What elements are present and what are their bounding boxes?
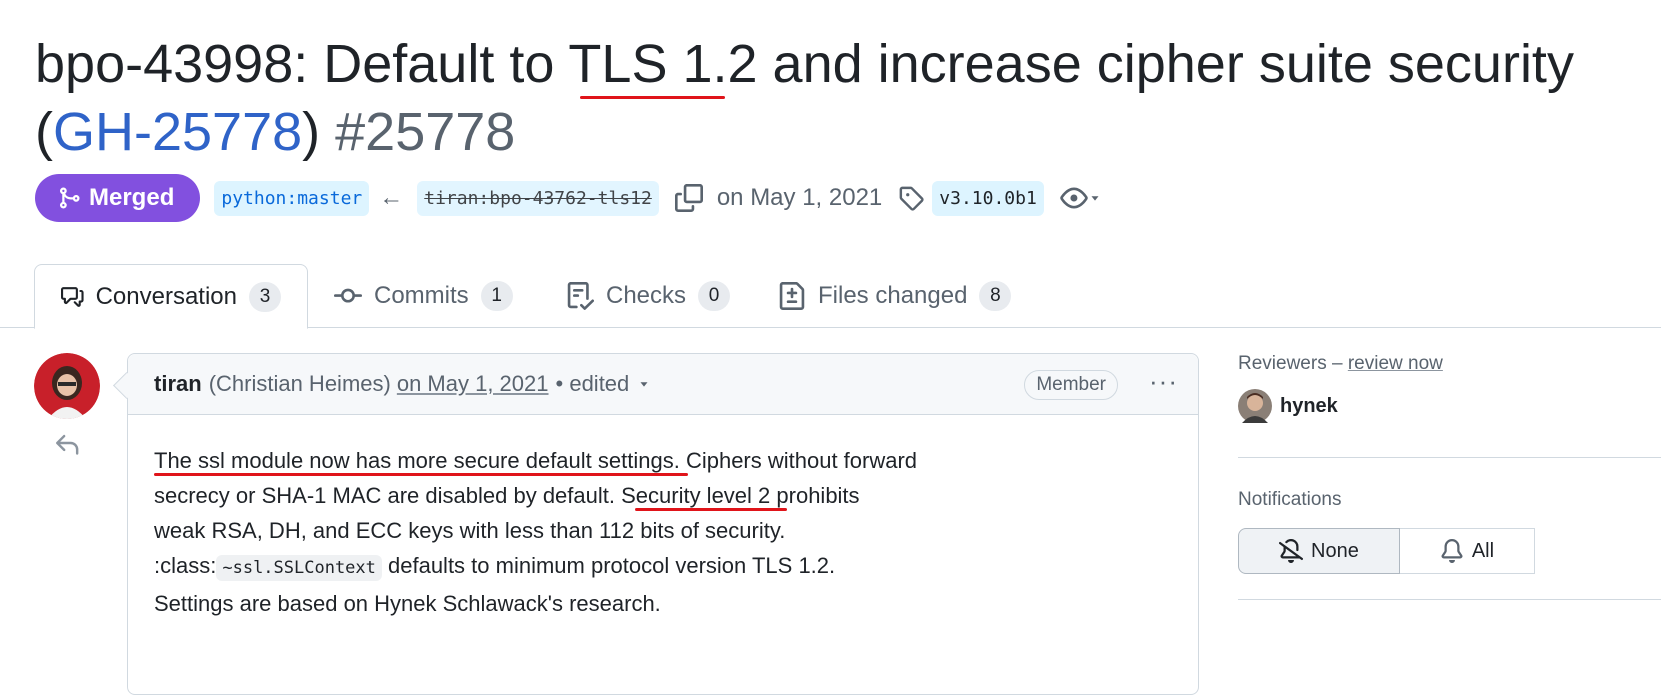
title-highlight: TLS 1.2 (568, 34, 758, 94)
review-now-link[interactable]: review now (1348, 353, 1443, 374)
body-line-4-rest: defaults to minimum protocol version TLS… (381, 553, 836, 578)
tab-conversation-count: 3 (249, 281, 281, 312)
pr-title: bpo-43998: Default to TLS 1.2 and increa… (35, 30, 1635, 166)
tab-commits-label: Commits (374, 282, 469, 309)
inline-code: ~ssl.SSLContext (216, 555, 382, 581)
commit-icon (334, 288, 362, 303)
tag-icon (898, 185, 924, 211)
merged-label: Merged (89, 184, 175, 211)
bell-icon (1441, 539, 1463, 563)
pr-meta-row: Merged python:master ← tiran:bpo-43762-t… (35, 174, 1102, 222)
pr-description-comment: tiran (Christian Heimes) on May 1, 2021 … (113, 353, 1199, 695)
reviewer-item[interactable]: hynek (1238, 389, 1661, 423)
comment-discussion-icon (61, 286, 84, 307)
reply-icon[interactable] (54, 432, 80, 463)
caret-down-icon (1091, 196, 1099, 201)
comment-author-fullname: (Christian Heimes) (208, 371, 391, 396)
annotation-underline-tls (580, 96, 725, 99)
tab-checks-label: Checks (606, 282, 687, 309)
comment-body: The ssl module now has more secure defau… (128, 415, 1198, 649)
tab-files-changed-label: Files changed (818, 282, 968, 309)
comment-header: tiran (Christian Heimes) on May 1, 2021 … (113, 354, 1198, 415)
kebab-menu-icon[interactable]: ··· (1149, 366, 1178, 397)
body-line-4-prefix: :class: (154, 553, 217, 578)
tab-checks-count: 0 (698, 281, 731, 311)
comment-edited[interactable]: • edited (556, 371, 630, 397)
copy-icon[interactable] (674, 184, 703, 212)
sidebar-divider-2 (1238, 599, 1661, 600)
title-issue-link[interactable]: GH-25778 (53, 102, 302, 162)
underlined-phrase-1: The ssl module now has more secure defau… (154, 448, 674, 473)
author-avatar[interactable] (34, 353, 100, 419)
bell-slash-icon (1279, 539, 1303, 563)
body-line-4: :class: ~ssl.SSLContext defaults to minim… (154, 548, 1172, 586)
underlined-phrase-2: Security level 2 (621, 483, 771, 508)
file-diff-icon (779, 282, 805, 310)
tab-conversation-label: Conversation (95, 282, 237, 310)
notif-none-button[interactable]: None (1238, 528, 1400, 574)
notif-all-label: All (1471, 539, 1495, 562)
caret-down-icon[interactable] (637, 371, 651, 397)
title-text-2: and increase cipher suite security (757, 34, 1574, 94)
notifications-label: Notifications (1238, 489, 1342, 510)
member-badge: Member (1024, 370, 1118, 400)
notification-toggle-group: None All (1238, 528, 1536, 574)
body-line-1-rest: . Ciphers without forward (673, 448, 918, 473)
eye-icon[interactable] (1060, 184, 1102, 212)
reviewer-avatar (1238, 389, 1272, 423)
notif-none-label: None (1311, 539, 1359, 562)
reviewer-name: hynek (1280, 394, 1338, 417)
sidebar: Reviewers – review now hynek Notificatio… (1238, 353, 1661, 600)
checklist-icon (567, 282, 594, 310)
title-text-1: bpo-43998: Default to (35, 34, 569, 94)
base-branch[interactable]: python:master (214, 180, 370, 216)
pr-number: #25778 (335, 102, 516, 162)
comment-date[interactable]: on May 1, 2021 (397, 371, 549, 397)
comment-author[interactable]: tiran (154, 371, 202, 397)
head-branch[interactable]: tiran:bpo-43762-tls12 (417, 180, 659, 216)
tab-files-changed-count: 8 (979, 281, 1012, 311)
tab-checks[interactable]: Checks 0 (540, 264, 756, 328)
comment-pointer (113, 372, 140, 399)
body-line-3: weak RSA, DH, and ECC keys with less tha… (154, 518, 786, 543)
release-tag[interactable]: v3.10.0b1 (932, 180, 1044, 216)
title-close-paren: ) (302, 102, 321, 162)
reviewers-label: Reviewers (1238, 353, 1327, 374)
body-line-5: Settings are based on Hynek Schlawack's … (154, 591, 661, 616)
body-line-2-start: secrecy or SHA-1 MAC are disabled by def… (154, 483, 622, 508)
annotation-underline-security-level (635, 508, 787, 511)
merged-date: on May 1, 2021 (716, 184, 883, 211)
tab-commits[interactable]: Commits 1 (308, 264, 539, 328)
tab-commits-count: 1 (480, 281, 513, 311)
tab-conversation[interactable]: Conversation 3 (34, 264, 308, 329)
title-open-paren: ( (35, 102, 53, 162)
notif-all-button[interactable]: All (1399, 528, 1536, 574)
git-merge-icon (60, 187, 80, 209)
reviewers-dash: – (1326, 353, 1348, 374)
annotation-underline-settings (154, 473, 688, 476)
sidebar-divider (1238, 457, 1661, 458)
merged-status-badge: Merged (35, 174, 201, 222)
body-line-2-rest: prohibits (770, 483, 860, 508)
tab-files-changed[interactable]: Files changed 8 (752, 264, 1037, 328)
arrow-left-icon: ← (379, 184, 404, 211)
reviewers-heading: Reviewers – review now (1238, 353, 1661, 375)
pr-tabs: Conversation 3 Commits 1 Checks 0 Files … (0, 264, 1661, 329)
